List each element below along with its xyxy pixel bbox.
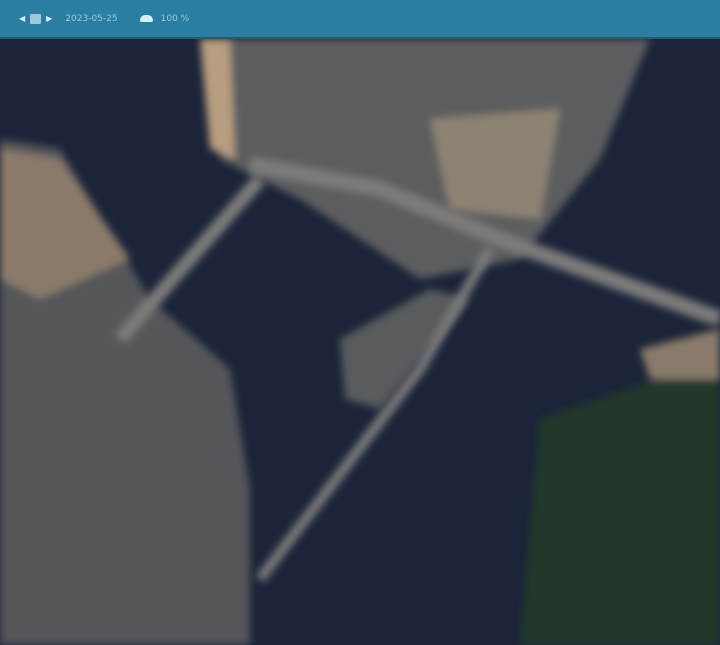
- arrow-right-icon[interactable]: ▶: [43, 14, 55, 23]
- satellite-map[interactable]: [0, 39, 720, 645]
- toolbar: ◀ ▶ 2023-05-25 100 %: [0, 0, 720, 39]
- cloud-icon[interactable]: [139, 15, 153, 22]
- date-label[interactable]: 2023-05-25: [65, 14, 117, 24]
- calendar-icon[interactable]: [30, 13, 42, 24]
- cloud-coverage-label: 100 %: [160, 13, 190, 24]
- arrow-left-icon[interactable]: ◀: [16, 14, 28, 23]
